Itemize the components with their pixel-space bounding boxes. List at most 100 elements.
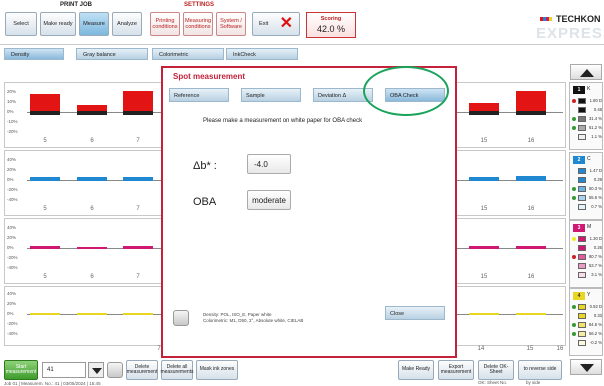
x-number: 5 <box>43 274 47 280</box>
product-logo: EXPRESSO <box>536 25 604 42</box>
footer-line-2: Colorimetric: M1, D50, 2°, Absolute whit… <box>203 318 304 323</box>
footer-line-1: Density: POL, ISO_E, Paper white <box>203 312 272 317</box>
y-tick: 20% <box>7 235 17 240</box>
exit-button[interactable]: Exit ✕ <box>252 12 300 36</box>
bar <box>123 246 153 249</box>
bar <box>30 246 60 249</box>
measure-button[interactable]: Measure <box>79 12 109 36</box>
x-number: 14 <box>477 346 485 352</box>
value: 50.3 % <box>588 186 602 191</box>
ink-number: 1 <box>573 86 585 94</box>
system-software-button[interactable]: System / Software <box>216 12 246 36</box>
bar <box>77 313 107 315</box>
value: 0.33 <box>593 313 602 318</box>
bar <box>123 111 153 115</box>
chevron-down-icon <box>92 368 102 374</box>
printing-conditions-button[interactable]: Printing conditions <box>150 12 180 36</box>
delete-measurement-button[interactable]: Delete measurement <box>126 360 158 380</box>
ink-symbol: C <box>587 156 591 162</box>
bar <box>516 176 546 181</box>
bar <box>469 111 499 115</box>
ink-panel-magenta: 3 M 1.30 D 0.26 80.7 % 53.7 % 3.1 % <box>569 220 603 288</box>
delete-all-measurements-button[interactable]: Delete all measurements <box>160 360 194 380</box>
brand-name: TECHKON <box>556 14 601 24</box>
x-number: 15 <box>480 138 488 144</box>
value: 1.1 % <box>591 134 602 139</box>
delta-b-label: Δb* : <box>193 160 217 172</box>
start-measurement-button[interactable]: Start measurement <box>4 360 38 380</box>
highlight-circle <box>363 66 449 116</box>
scoring-label: Scoring <box>320 16 342 22</box>
tab-colorimetric[interactable]: Colorimetric <box>152 48 224 60</box>
value: 1.30 D <box>589 236 602 241</box>
instruction-text: Please make a measurement on white paper… <box>203 118 363 124</box>
analyze-button[interactable]: Analyze <box>112 12 142 36</box>
bar <box>516 91 546 111</box>
value: 31.4 % <box>588 116 602 121</box>
y-tick: -20% <box>7 187 18 192</box>
arrow-up-icon <box>580 69 594 77</box>
y-tick: 0% <box>7 311 14 316</box>
x-number: 6 <box>90 274 94 280</box>
bar <box>30 111 60 115</box>
delete-ok-sheet-button[interactable]: Delete OK-Sheet <box>478 360 514 380</box>
bar <box>516 313 546 315</box>
y-tick: 40% <box>7 225 17 230</box>
value: 0.92 D <box>589 304 602 309</box>
ink-symbol: M <box>587 224 592 230</box>
scroll-down-button[interactable] <box>570 359 602 375</box>
to-reverse-side-button[interactable]: to reverse side <box>518 360 562 380</box>
bar <box>469 313 499 315</box>
bar <box>516 111 546 115</box>
x-number: 5 <box>43 206 47 212</box>
bar <box>516 246 546 249</box>
ink-panel-yellow: 4 Y 0.92 D 0.33 84.6 % 56.2 % -0.2 % <box>569 288 603 356</box>
value: 0.26 <box>593 245 602 250</box>
value: 53.7 % <box>588 263 602 268</box>
bar <box>469 103 499 111</box>
x-number: 5 <box>43 138 47 144</box>
y-tick: -40% <box>7 197 18 202</box>
dialog-title: Spot measurement <box>173 72 246 81</box>
make-ready-button[interactable]: Make ready <box>40 12 76 36</box>
printer-icon[interactable] <box>173 310 189 326</box>
value: -0.2 % <box>589 340 602 345</box>
print-job-label: PRINT JOB <box>60 2 93 8</box>
measurement-number-field[interactable]: 41 <box>42 362 86 378</box>
ink-number: 4 <box>573 292 585 300</box>
select-button[interactable]: Select <box>5 12 37 36</box>
bar <box>30 313 60 315</box>
tab-inkcheck[interactable]: InkCheck <box>226 48 298 60</box>
y-tick: 40% <box>7 157 17 162</box>
tab-gray-balance[interactable]: Gray balance <box>76 48 148 60</box>
x-number: 6 <box>90 138 94 144</box>
mask-ink-zones-button[interactable]: Mask ink zones <box>196 360 238 380</box>
bar <box>77 111 107 115</box>
settings-label: SETTINGS <box>184 2 215 8</box>
export-measurement-button[interactable]: Export measurement <box>438 360 474 380</box>
y-tick: 0% <box>7 245 14 250</box>
scroll-up-button[interactable] <box>570 64 602 80</box>
y-tick: 20% <box>7 301 17 306</box>
value: 84.6 % <box>588 322 602 327</box>
tab-reference[interactable]: Reference <box>169 88 229 102</box>
y-tick: -10% <box>7 119 18 124</box>
ink-number: 2 <box>573 156 585 164</box>
measuring-conditions-button[interactable]: Measuring conditions <box>183 12 213 36</box>
tab-density[interactable]: Density <box>4 48 64 60</box>
bar <box>469 246 499 249</box>
arrow-down-icon <box>580 364 594 372</box>
value: 1.47 D <box>589 168 602 173</box>
y-tick: 40% <box>7 291 17 296</box>
scoring-value: 42.0 % <box>316 24 346 34</box>
tab-sample[interactable]: Sample <box>241 88 301 102</box>
x-number: 16 <box>527 206 535 212</box>
make-ready-bottom-button[interactable]: Make Ready <box>398 360 434 380</box>
printer-icon[interactable] <box>107 362 123 378</box>
close-button[interactable]: Close <box>385 306 445 320</box>
x-number: 15 <box>480 274 488 280</box>
y-tick: 0% <box>7 109 14 114</box>
dropdown-button[interactable] <box>88 362 104 378</box>
y-tick: -20% <box>7 255 18 260</box>
status-right-1: OK: Sheet No. <box>478 380 508 385</box>
